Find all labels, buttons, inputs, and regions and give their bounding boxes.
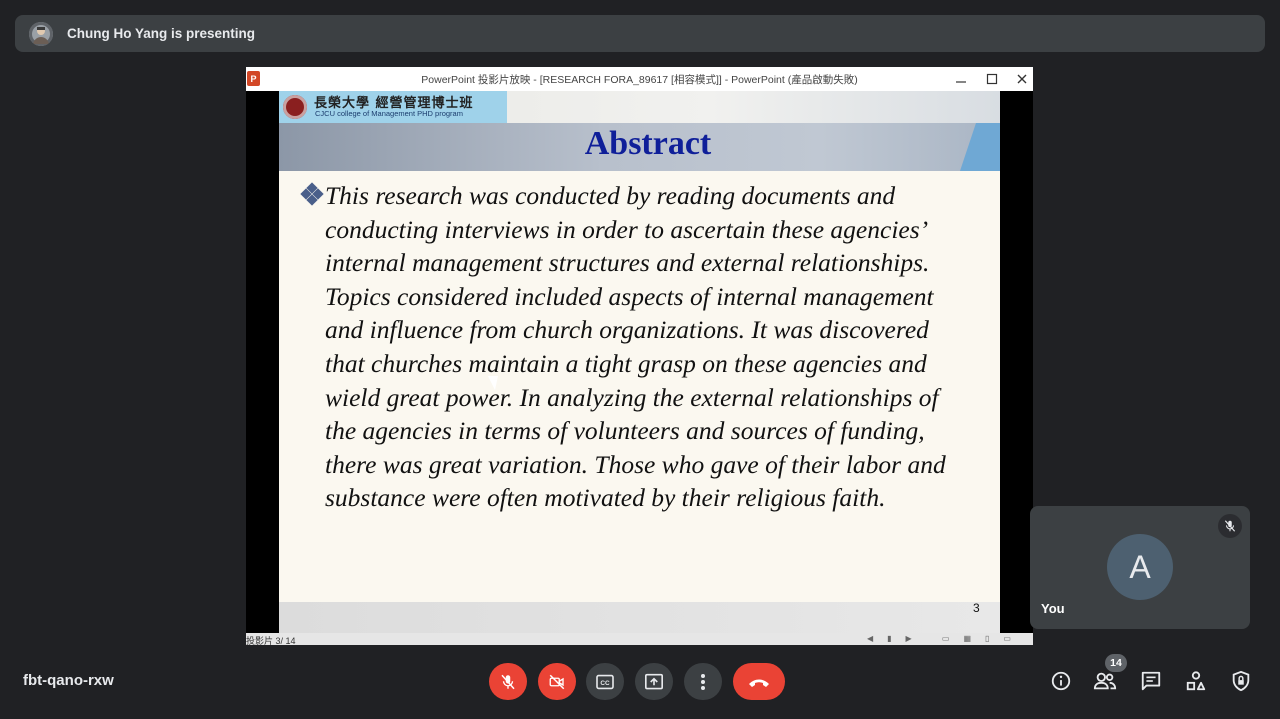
leave-call-icon [749, 679, 769, 687]
info-icon [1051, 671, 1071, 691]
logo-english-text: CJCU college of Management PHD program [315, 109, 463, 118]
chat-icon [1141, 671, 1161, 691]
activities-icon [1186, 671, 1206, 691]
self-video-tile[interactable]: A You [1030, 506, 1250, 629]
ppt-titlebar: P PowerPoint 投影片放映 - [RESEARCH FORA_8961… [246, 67, 1033, 91]
camera-off-icon [549, 674, 565, 689]
presenting-text: Chung Ho Yang is presenting [67, 26, 256, 41]
maximize-icon[interactable] [981, 69, 1003, 89]
mic-toggle-button[interactable] [489, 663, 527, 700]
meeting-details-button[interactable] [1048, 668, 1074, 694]
people-icon [1093, 672, 1117, 690]
camera-toggle-button[interactable] [538, 663, 576, 700]
bullet-diamond-icon [299, 182, 325, 209]
leave-call-button[interactable] [733, 663, 785, 700]
mic-off-icon [501, 674, 515, 689]
university-logo: 長榮大學 經營管理博士班 CJCU college of Management … [279, 91, 507, 123]
captions-icon: CC [596, 674, 614, 689]
captions-button[interactable]: CC [586, 663, 624, 700]
participants-count-badge: 14 [1105, 654, 1127, 672]
close-icon[interactable] [1011, 69, 1033, 89]
ppt-status-bar: 投影片 3/ 14 ◀▮▶ ▭▦▯▭ [246, 633, 1033, 645]
ppt-window-title: PowerPoint 投影片放映 - [RESEARCH FORA_89617 … [421, 74, 858, 86]
present-now-button[interactable] [635, 663, 673, 700]
shared-screen: P PowerPoint 投影片放映 - [RESEARCH FORA_8961… [246, 67, 1033, 645]
slide-counter: 投影片 3/ 14 [246, 636, 296, 645]
slide-page-number: 3 [973, 601, 980, 615]
present-icon [645, 673, 663, 689]
presenter-avatar [29, 21, 53, 46]
more-options-icon [701, 673, 705, 690]
avatar: A [1107, 534, 1173, 600]
view-buttons-icon: ◀▮▶ ▭▦▯▭ [866, 634, 1025, 643]
host-controls-icon [1232, 670, 1250, 692]
slide-footer [279, 602, 1000, 633]
chat-button[interactable] [1138, 668, 1164, 694]
slide-title: Abstract [584, 125, 712, 162]
host-controls-button[interactable] [1228, 668, 1254, 694]
minimize-icon[interactable] [950, 69, 972, 89]
activities-button[interactable] [1183, 668, 1209, 694]
university-seal-icon [283, 95, 307, 119]
more-options-button[interactable] [684, 663, 722, 700]
mouse-cursor-icon [488, 376, 498, 390]
slide-body-text: This research was conducted by reading d… [325, 181, 946, 513]
slide: 長榮大學 經營管理博士班 CJCU college of Management … [279, 91, 1000, 633]
meeting-code: fbt-qano-rxw [23, 672, 114, 689]
self-name-label: You [1041, 601, 1065, 616]
presenting-banner: Chung Ho Yang is presenting [15, 15, 1265, 52]
svg-text:CC: CC [600, 680, 610, 687]
mic-off-icon [1218, 514, 1242, 538]
